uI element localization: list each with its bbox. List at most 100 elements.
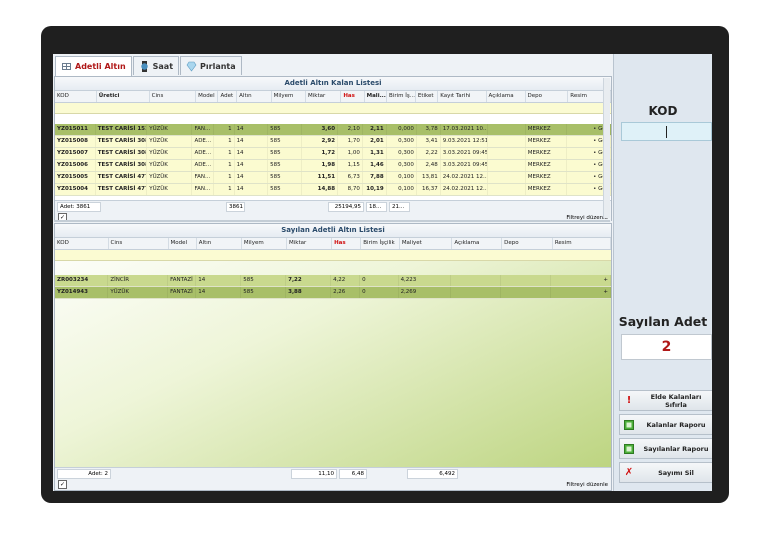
column-header[interactable]: Mali... [365, 91, 388, 102]
column-header[interactable]: Miktar [287, 238, 333, 249]
table-cell: TEST CARİSİ 308 [96, 160, 148, 171]
table-cell: 16,37 [417, 184, 441, 195]
main-panel: Adetli Altın Saat Pırlanta Adetli Altın … [53, 54, 614, 491]
column-header[interactable]: Milyem [242, 238, 287, 249]
column-header[interactable]: KOD [55, 91, 97, 102]
table-cell: 2,01 [363, 136, 387, 147]
table-cell: 1 [214, 184, 235, 195]
table-cell: YZ015007 [55, 148, 96, 159]
counted-report-button[interactable]: Sayılanlar Raporu [619, 438, 712, 459]
column-header[interactable]: Cins [150, 91, 197, 102]
table-cell: YÜZÜK [108, 287, 169, 298]
table-row[interactable]: YZ015008 TEST CARİSİ 308 YÜZÜK ADE... 1 14 585… [55, 136, 611, 148]
table-cell: FANTAZİ [168, 287, 197, 298]
column-header[interactable]: Has [332, 238, 362, 249]
table-cell[interactable]: + [551, 275, 611, 286]
table-cell: 0,300 [387, 160, 417, 171]
table-cell: 2,22 [417, 148, 441, 159]
table-row[interactable]: YZ015005 TEST CARİSİ 477 YÜZÜK FAN... 1 14 585… [55, 172, 611, 184]
table-cell: 1,72 [302, 148, 339, 159]
grid-filter-bar: ✓ Filtreyi düzenle [55, 479, 611, 490]
filter-checkbox[interactable]: ✓ [58, 480, 67, 489]
table-cell: FAN... [192, 124, 215, 135]
column-header[interactable]: KOD [55, 238, 109, 249]
column-header[interactable]: Depo [526, 91, 569, 102]
table-cell: YÜZÜK [147, 124, 193, 135]
table-cell [501, 287, 552, 298]
column-header[interactable]: Cins [109, 238, 169, 249]
column-header[interactable]: Etiket [416, 91, 439, 102]
tab-label: Adetli Altın [75, 62, 126, 71]
table-cell: YÜZÜK [147, 136, 193, 147]
table-row[interactable]: YZ015006 TEST CARİSİ 308 YÜZÜK ADE... 1 14 585… [55, 160, 611, 172]
table-cell: 1 [214, 136, 235, 147]
column-header[interactable]: Altın [237, 91, 272, 102]
tab-saat[interactable]: Saat [132, 56, 180, 75]
table-cell: 14,88 [302, 184, 339, 195]
column-header[interactable]: Miktar [306, 91, 342, 102]
column-header[interactable]: Açıklama [452, 238, 503, 249]
column-header[interactable]: Resim [553, 238, 612, 249]
table-cell: FAN... [192, 172, 215, 183]
table-cell: ADE... [192, 136, 215, 147]
table-cell: 1 [214, 160, 235, 171]
column-header[interactable]: Adet [218, 91, 238, 102]
side-panel: KOD Sayılan Adet 2 ! Elde Kalanları Sıfı… [614, 54, 712, 491]
table-cell: 2,11 [363, 124, 387, 135]
tab-pirlanta[interactable]: Pırlanta [180, 56, 242, 75]
column-header[interactable]: Birim İşçilik [361, 238, 400, 249]
column-header[interactable]: Maliyet [400, 238, 453, 249]
column-header[interactable]: Model [196, 91, 219, 102]
table-cell: 585 [268, 172, 302, 183]
table-cell: 2,269 [399, 287, 451, 298]
column-header[interactable]: Açıklama [487, 91, 526, 102]
kod-input[interactable] [621, 122, 712, 141]
filter-edit-link[interactable]: Filtreyi düzenle [566, 482, 608, 488]
report-icon [624, 419, 634, 430]
kalan-list-grid: Adetli Altın Kalan Listesi KOD Üretici Cin… [54, 76, 612, 223]
table-row[interactable]: YZ015004 TEST CARİSİ 477 YÜZÜK FAN... 1 14 585… [55, 184, 611, 196]
table-row[interactable]: YZ015011 TEST CARİSİ 151 YÜZÜK FAN... 1 14 585… [55, 124, 611, 136]
splitter[interactable] [54, 220, 610, 222]
tab-label: Saat [152, 61, 174, 71]
column-header[interactable]: Kayıt Tarihi [438, 91, 487, 102]
vertical-scrollbar[interactable] [603, 78, 610, 218]
table-cell: YÜZÜK [147, 172, 193, 183]
table-cell: ZR003234 [55, 275, 109, 286]
tab-label: Pırlanta [200, 61, 236, 71]
column-header[interactable]: Has [341, 91, 365, 102]
table-cell: 0,300 [387, 148, 417, 159]
table-cell: TEST CARİSİ 477 [96, 172, 148, 183]
table-cell: 10,19 [363, 184, 387, 195]
delete-count-button[interactable]: ✗ Sayımı Sil [619, 462, 712, 483]
table-row[interactable]: YZ015007 TEST CARİSİ 308 YÜZÜK ADE... 1 14 585… [55, 148, 611, 160]
column-header[interactable]: Milyem [272, 91, 306, 102]
table-cell [488, 136, 526, 147]
summary-miktar: 11,10 [291, 468, 337, 479]
table-cell: MERKEZ [526, 160, 568, 171]
column-header[interactable]: Depo [502, 238, 553, 249]
filter-row[interactable] [55, 250, 611, 261]
table-cell: MERKEZ [526, 148, 568, 159]
tab-adetli-altin[interactable]: Adetli Altın [55, 56, 132, 76]
table-cell: 14 [235, 148, 269, 159]
filter-row[interactable] [55, 103, 611, 114]
table-row[interactable]: ZR003234 ZİNCİR FANTAZİ 14 585 7,22 4,22 0 4,223… [55, 275, 611, 287]
table-cell[interactable]: + [551, 287, 611, 298]
reset-remaining-button[interactable]: ! Elde Kalanları Sıfırla [619, 390, 712, 411]
table-cell [488, 148, 526, 159]
table-cell: 14 [235, 160, 269, 171]
column-header[interactable]: Birim İş... [387, 91, 416, 102]
remaining-report-button[interactable]: Kalanlar Raporu [619, 414, 712, 435]
column-header[interactable]: Altın [197, 238, 242, 249]
grid-title: Sayılan Adetli Altın Listesi [55, 224, 611, 238]
table-row[interactable]: YZ014943 YÜZÜK FANTAZİ 14 585 3,88 2,26 0 2,269 + [55, 287, 611, 299]
table-cell: ZİNCİR [108, 275, 169, 286]
summary-miktar: 25194,95 [328, 201, 364, 212]
sayilan-adet-label: Sayılan Adet [618, 314, 708, 329]
table-cell: 1 [214, 148, 235, 159]
table-cell: YZ014943 [55, 287, 109, 298]
watch-icon [140, 60, 148, 72]
column-header[interactable]: Model [169, 238, 197, 249]
column-header[interactable]: Üretici [97, 91, 150, 102]
